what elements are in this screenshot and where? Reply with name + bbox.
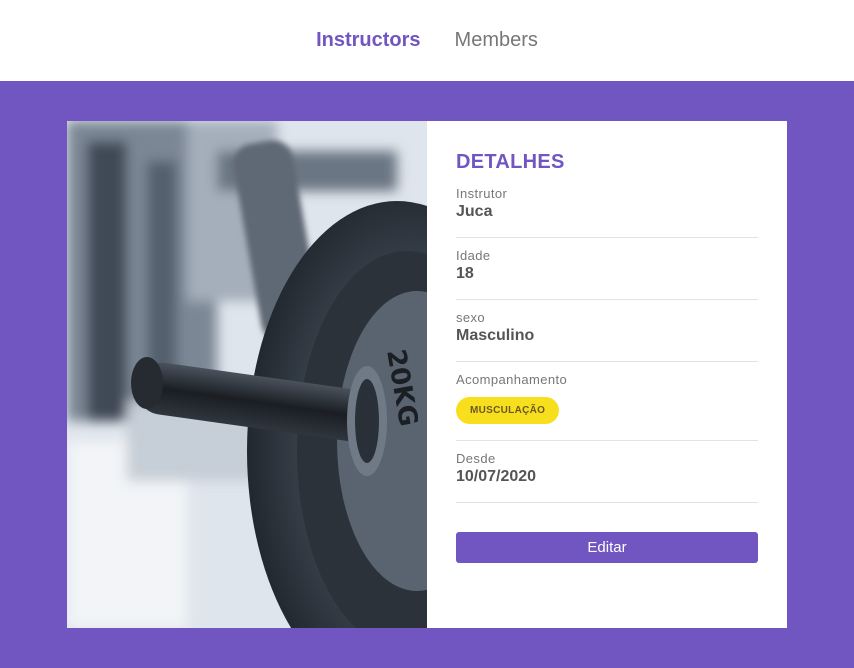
services-label: Acompanhamento xyxy=(456,372,568,387)
instructor-value: Juca xyxy=(456,203,493,220)
main-nav: Instructors Members xyxy=(316,29,538,52)
since-label: Desde xyxy=(456,451,496,466)
instructor-card: 20KG DETALHES Instrutor Juca Idade 18 se… xyxy=(67,121,787,628)
gym-weights-image: 20KG xyxy=(67,121,427,628)
top-header: Instructors Members xyxy=(0,0,854,81)
details-panel: DETALHES Instrutor Juca Idade 18 sexo Ma… xyxy=(427,121,787,628)
since-value: 10/07/2020 xyxy=(456,468,537,485)
age-label: Idade xyxy=(456,248,491,263)
sex-field: sexo Masculino xyxy=(456,300,758,362)
instructor-label: Instrutor xyxy=(456,186,508,201)
service-badge: MUSCULAÇÃO xyxy=(456,397,560,424)
nav-link-members[interactable]: Members xyxy=(455,29,538,52)
barbell-illustration: 20KG xyxy=(67,121,427,628)
edit-button[interactable]: Editar xyxy=(456,532,758,563)
nav-link-instructors[interactable]: Instructors xyxy=(316,29,420,52)
sex-value: Masculino xyxy=(456,327,535,344)
sex-label: sexo xyxy=(456,310,486,325)
age-value: 18 xyxy=(456,265,474,282)
services-field: Acompanhamento MUSCULAÇÃO xyxy=(456,362,758,441)
age-field: Idade 18 xyxy=(456,238,758,300)
since-field: Desde 10/07/2020 xyxy=(456,441,758,503)
details-title: DETALHES xyxy=(456,151,565,173)
instructor-field: Instrutor Juca xyxy=(456,186,758,238)
